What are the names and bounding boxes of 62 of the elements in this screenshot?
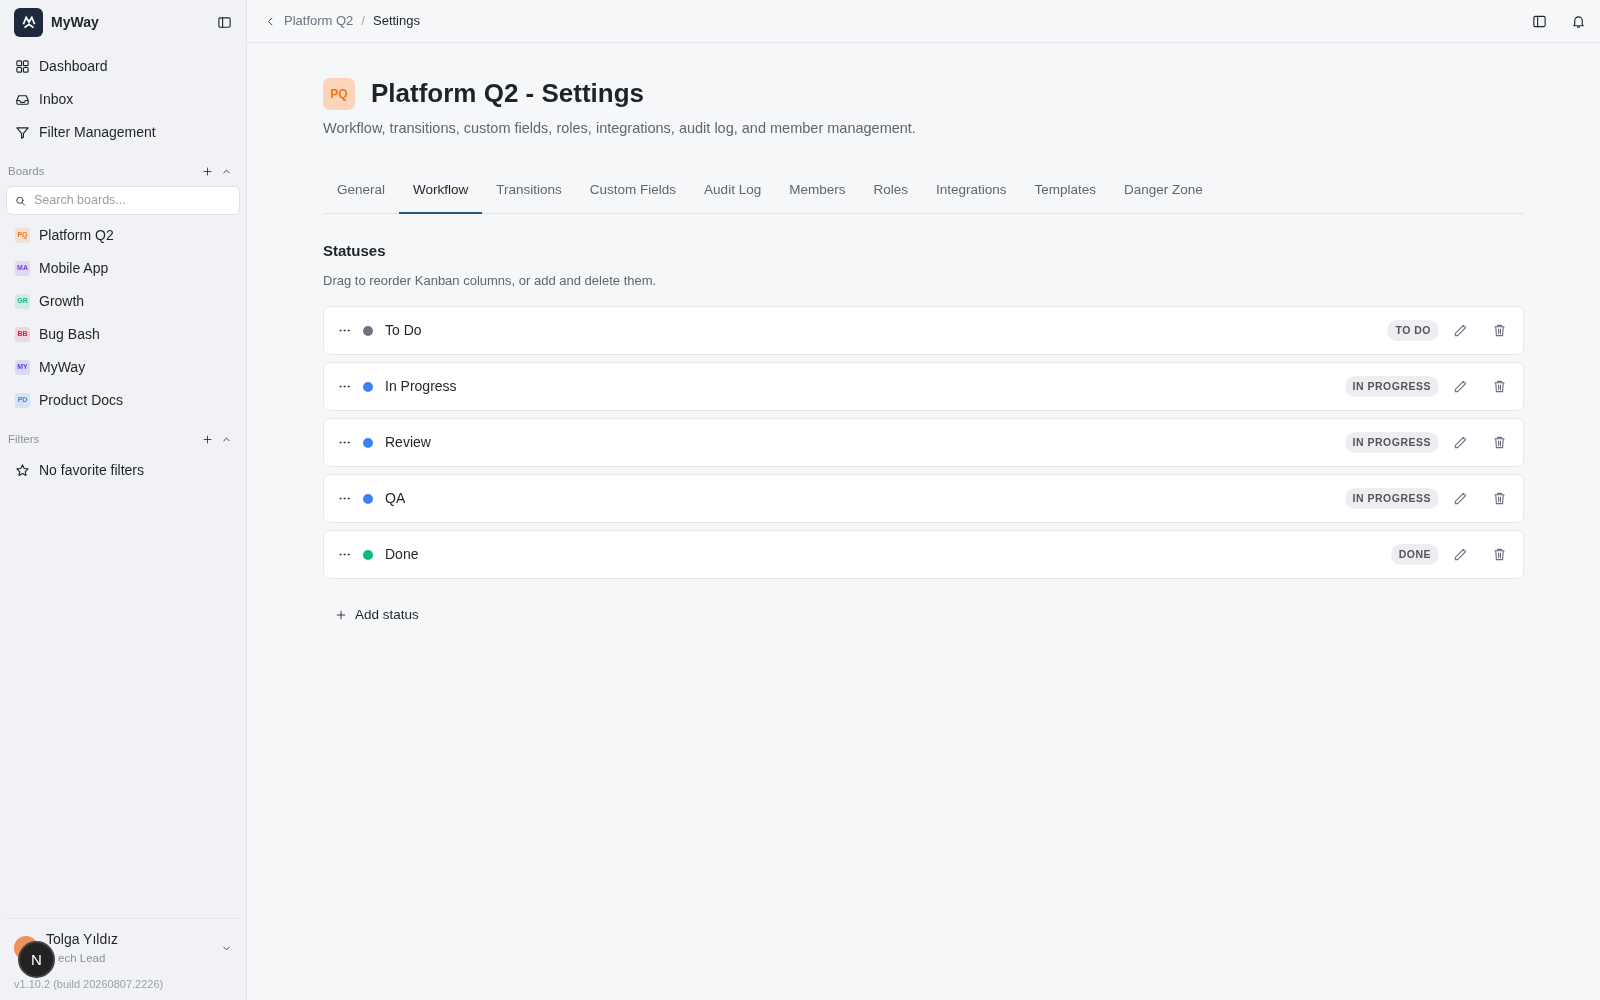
- breadcrumb-separator: /: [361, 12, 365, 31]
- tab[interactable]: Templates: [1020, 169, 1110, 214]
- search-field[interactable]: Search boards...: [32, 190, 231, 211]
- sidebar-toggle-icon[interactable]: [217, 14, 232, 30]
- nav-item[interactable]: Filter Management: [6, 116, 240, 149]
- nav-item[interactable]: Inbox: [6, 83, 240, 116]
- status-name: In Progress: [385, 377, 457, 396]
- trash-icon: [1492, 435, 1507, 450]
- app-logo: [14, 7, 43, 37]
- status-name: Review: [385, 433, 431, 452]
- breadcrumb-item: Settings: [373, 12, 420, 31]
- section-heading: Filters: [8, 432, 40, 447]
- add-icon[interactable]: [202, 166, 213, 178]
- tab[interactable]: Audit Log: [690, 169, 776, 214]
- tab[interactable]: Integrations: [921, 169, 1021, 214]
- status-name: QA: [385, 489, 406, 508]
- add-status-button[interactable]: Add status: [323, 601, 431, 630]
- trash-icon: [1492, 379, 1507, 394]
- search-icon: [15, 194, 27, 207]
- tab[interactable]: Danger Zone: [1110, 169, 1217, 214]
- status-name: To Do: [385, 321, 422, 340]
- pencil-icon: [1453, 491, 1468, 506]
- trash-icon: [1492, 547, 1507, 562]
- category-tag: DONE: [1390, 543, 1439, 566]
- tab[interactable]: Members: [775, 169, 860, 214]
- tab[interactable]: Workflow: [399, 169, 483, 214]
- category-tag: IN PROGRESS: [1344, 375, 1439, 398]
- section-description: Drag to reorder Kanban columns, or add and delete them.: [323, 271, 658, 290]
- pencil-icon: [1453, 435, 1468, 450]
- page-title: Platform Q2 - Settings: [371, 78, 645, 110]
- user-role: ech Lead: [57, 951, 107, 967]
- trash-icon: [1492, 491, 1507, 506]
- empty-message: No favorite filters: [39, 461, 145, 481]
- tab[interactable]: Roles: [859, 169, 922, 214]
- add-icon[interactable]: [202, 434, 213, 446]
- app-name: MyWay: [51, 12, 100, 32]
- tab[interactable]: General: [323, 169, 400, 214]
- status-name: Done: [385, 545, 419, 564]
- nav-item[interactable]: Dashboard: [6, 50, 240, 83]
- version-text: v1.10.2 (build 20260807.2226): [14, 976, 165, 992]
- panel-icon[interactable]: [1532, 13, 1547, 29]
- search-box[interactable]: Search boards...: [6, 186, 240, 215]
- plus-icon: [335, 609, 347, 622]
- grid-icon: [15, 59, 30, 74]
- section-title: Statuses: [323, 241, 387, 261]
- section-heading: Boards: [8, 164, 45, 179]
- page-subtitle: Workflow, transitions, custom fields, roles, integrations, audit log, and member management.: [323, 119, 917, 138]
- trash-icon: [1492, 323, 1507, 338]
- breadcrumb-item[interactable]: Platform Q2: [284, 11, 354, 31]
- bell-icon[interactable]: [1571, 13, 1586, 29]
- pencil-icon: [1453, 379, 1468, 394]
- tab[interactable]: Custom Fields: [575, 169, 691, 214]
- tab[interactable]: Transitions: [482, 169, 576, 214]
- category-tag: IN PROGRESS: [1344, 431, 1439, 454]
- category-tag: TO DO: [1387, 319, 1439, 342]
- category-tag: IN PROGRESS: [1344, 487, 1439, 510]
- star-icon: [15, 463, 30, 479]
- pencil-icon: [1453, 323, 1468, 338]
- inbox-icon: [15, 92, 30, 107]
- project-badge: PQ: [323, 78, 355, 110]
- filter-icon: [15, 125, 30, 140]
- pencil-icon: [1453, 547, 1468, 562]
